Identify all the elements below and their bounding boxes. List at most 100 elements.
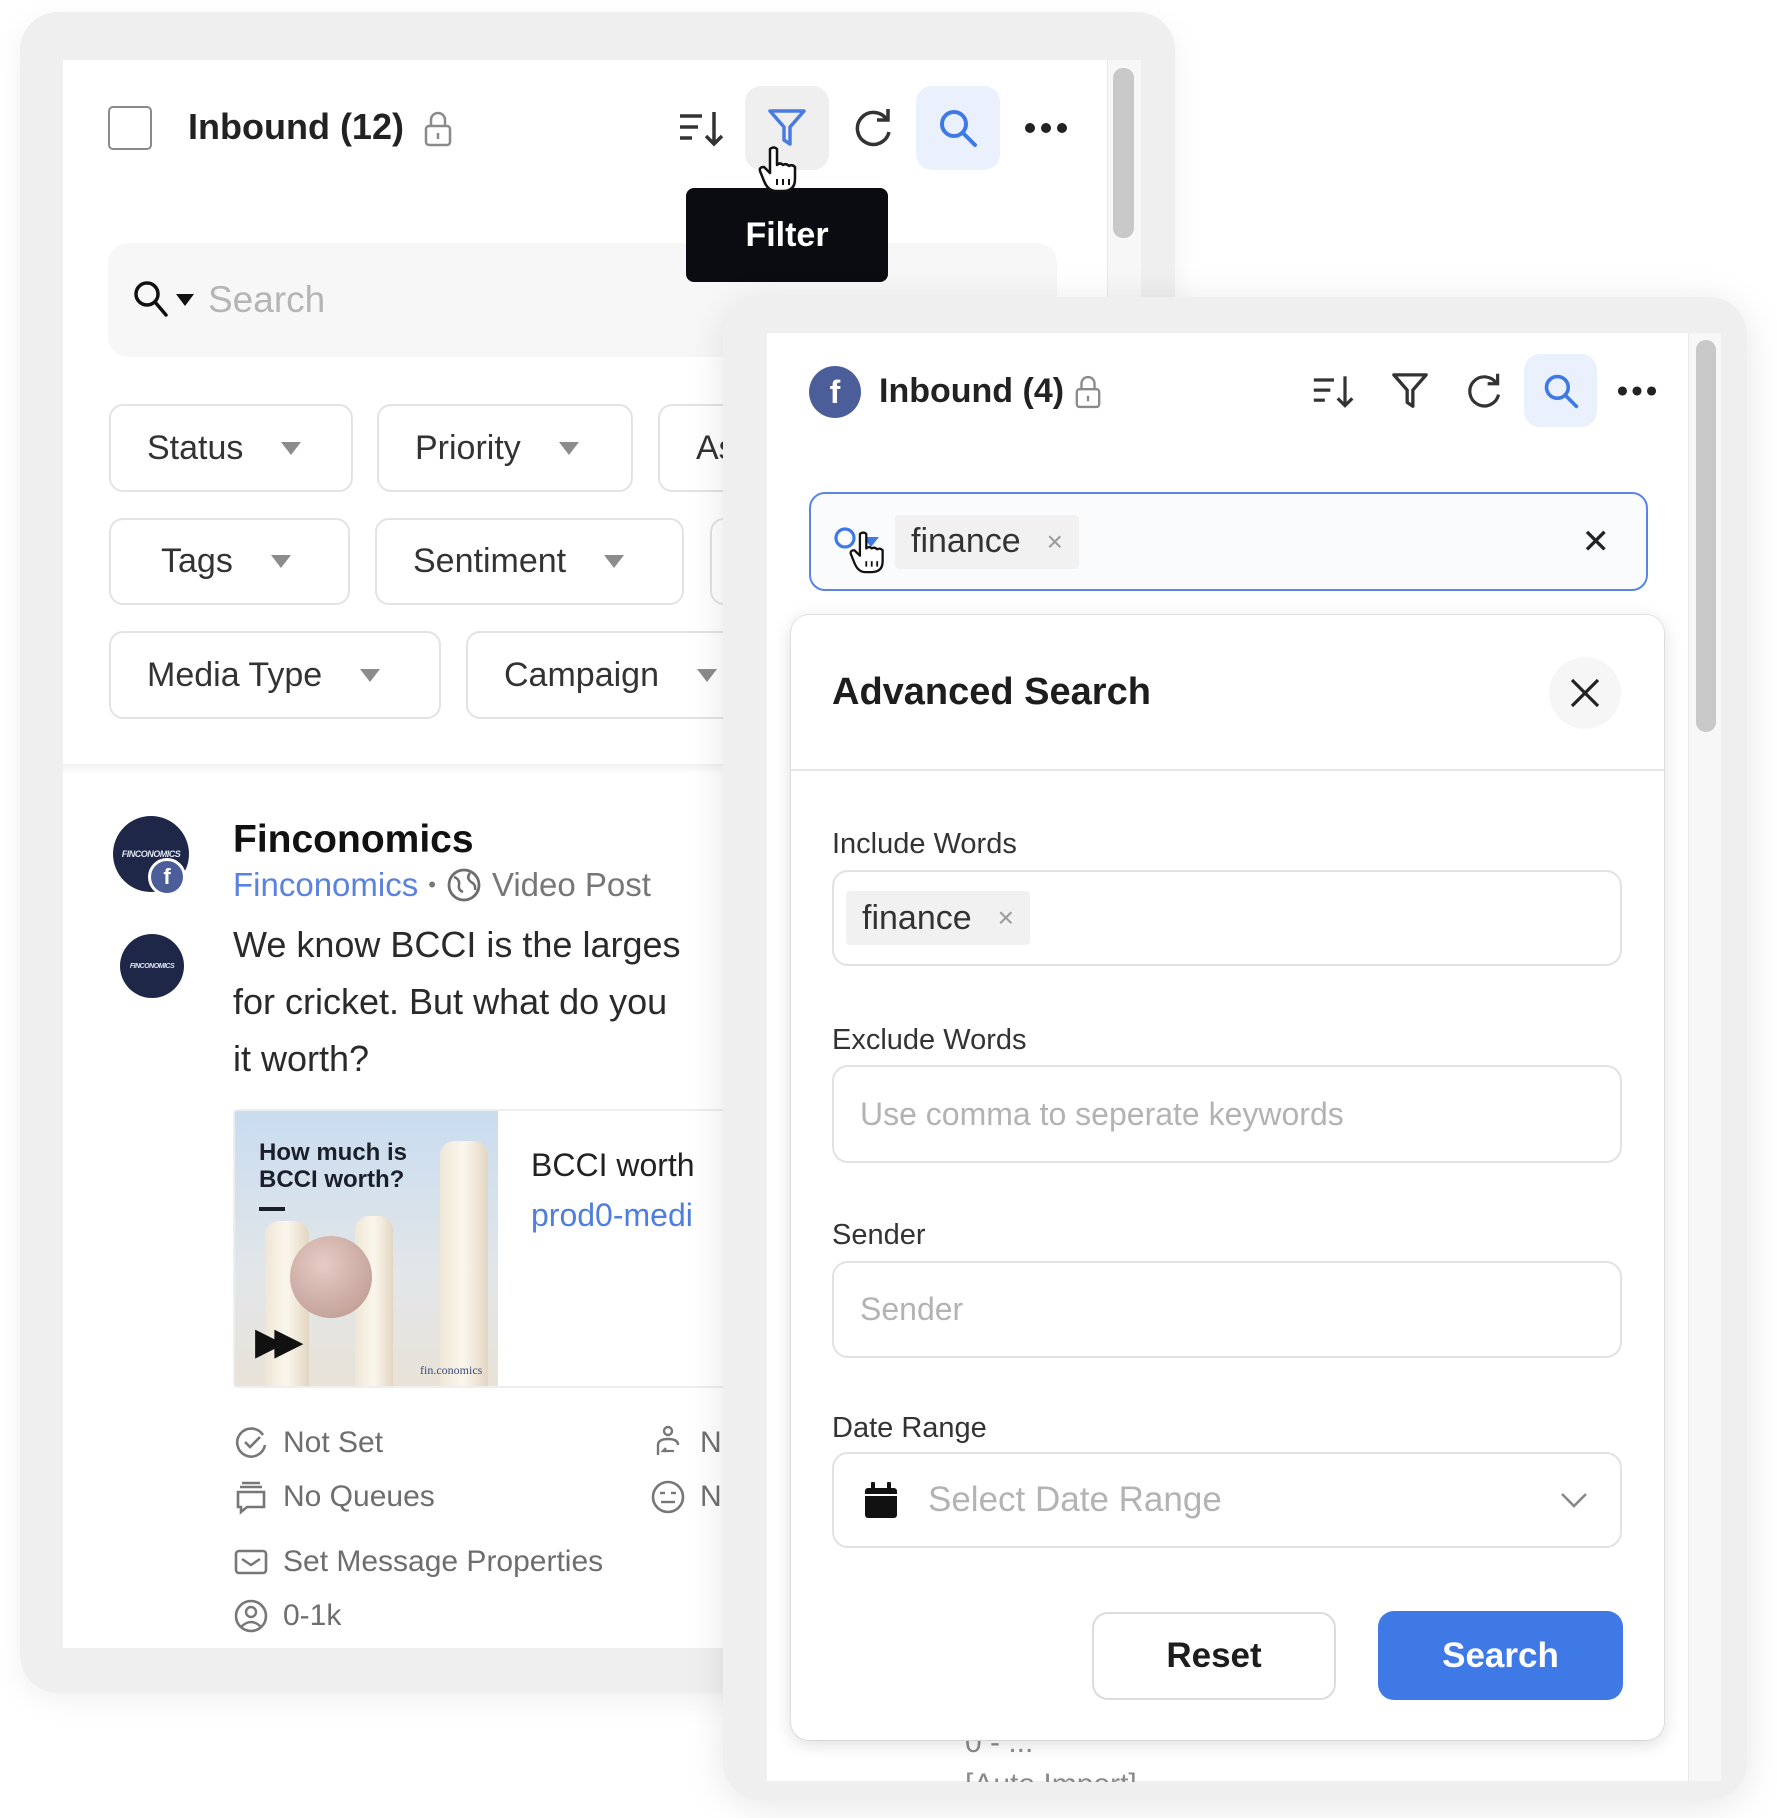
filter-chip-tags[interactable]: Tags [109, 518, 350, 605]
search-input[interactable]: Search [208, 279, 325, 321]
queue-icon [236, 1481, 266, 1515]
inbox-title-text: Inbound (12) [188, 106, 404, 147]
more-options-button[interactable] [1016, 96, 1076, 160]
queues-meta[interactable]: No Queues [233, 1479, 435, 1515]
assignee-value: N [700, 1426, 722, 1459]
reset-button[interactable]: Reset [1092, 1612, 1336, 1700]
thumb-caption-line: BCCI worth? [259, 1166, 405, 1193]
thumb-dash [259, 1207, 285, 1211]
sort-icon [680, 112, 724, 147]
inbox-title-text: Inbound (4) [879, 372, 1065, 410]
caret-down-icon [696, 668, 717, 682]
sort-button[interactable] [672, 96, 732, 160]
link-preview-card[interactable]: How much is BCCI worth? ▶▶ fin.conomics … [233, 1109, 777, 1388]
separator-dot: • [428, 872, 436, 897]
status-meta[interactable]: Not Set [233, 1425, 383, 1461]
chip-label: Campaign [504, 655, 659, 694]
post-body-line: We know BCCI is the larges [233, 924, 681, 965]
followers-value: 0-1k [283, 1599, 342, 1632]
exclude-words-label: Exclude Words [832, 1024, 1027, 1056]
right-search-input[interactable]: finance × ✕ [809, 492, 1648, 591]
sort-button[interactable] [1308, 362, 1360, 420]
date-range-label: Date Range [832, 1412, 987, 1444]
more-options-button[interactable] [1612, 362, 1662, 420]
date-range-select[interactable]: Select Date Range [832, 1452, 1622, 1548]
advanced-search-title: Advanced Search [832, 671, 1151, 713]
post-body-line: it worth? [233, 1038, 370, 1079]
refresh-button[interactable] [845, 96, 901, 160]
video-thumbnail[interactable]: How much is BCCI worth? ▶▶ fin.conomics [235, 1111, 498, 1386]
refresh-button[interactable] [1458, 362, 1510, 420]
include-words-input[interactable]: finance × [832, 870, 1622, 966]
chip-label: Sentiment [413, 542, 567, 580]
right-scrollbar-thumb[interactable] [1696, 340, 1716, 732]
status-check-icon [235, 1427, 267, 1458]
filter-chip-media-type[interactable]: Media Type [109, 631, 441, 719]
filter-icon [768, 109, 806, 146]
avatar-text: FINCONOMICS [121, 849, 181, 859]
facebook-badge-icon: f [148, 858, 186, 896]
advanced-search-popover [791, 615, 1664, 1740]
avatar-text: FINCONOMICS [129, 962, 175, 970]
search-icon [940, 110, 977, 147]
assignee-meta[interactable]: N [650, 1425, 722, 1461]
chip-label: Tags [161, 542, 233, 580]
clear-search-icon[interactable]: ✕ [1582, 522, 1611, 562]
search-icon [1544, 374, 1578, 408]
neutral-face-icon [651, 1480, 685, 1514]
advanced-search-divider [791, 769, 1664, 771]
chip-label: Media Type [147, 655, 323, 694]
search-mode-caret-icon[interactable] [176, 294, 194, 306]
more-icon [1617, 386, 1657, 396]
post-body: We know BCCI is the larges for cricket. … [233, 916, 681, 1087]
caret-down-icon [604, 555, 625, 568]
filter-chip-priority[interactable]: Priority [377, 404, 633, 492]
search-toggle-button[interactable] [916, 86, 1000, 170]
filter-chip-status[interactable]: Status [109, 404, 353, 492]
left-scrollbar-thumb[interactable] [1113, 68, 1134, 238]
message-properties-link: Set Message Properties [283, 1545, 604, 1578]
commenter-avatar[interactable]: FINCONOMICS [120, 934, 184, 998]
thumb-caption: How much is BCCI worth? [259, 1139, 407, 1193]
remove-token-icon[interactable]: × [998, 902, 1014, 934]
cricket-ball-graphic [290, 1236, 372, 1318]
caret-down-icon [558, 441, 579, 455]
message-properties-meta[interactable]: Set Message Properties [233, 1544, 603, 1580]
filter-button[interactable] [1384, 362, 1436, 420]
exclude-words-input[interactable]: Use comma to seperate keywords [832, 1065, 1622, 1163]
post-type: Video Post [491, 866, 651, 903]
globe-icon [447, 868, 481, 902]
sender-placeholder: Sender [860, 1291, 964, 1327]
search-toggle-button[interactable] [1524, 354, 1597, 427]
preview-link[interactable]: prod0-medi [531, 1197, 693, 1234]
remove-token-icon[interactable]: × [1047, 526, 1063, 558]
post-author-name[interactable]: Finconomics [233, 818, 474, 862]
user-circle-icon [234, 1599, 268, 1633]
envelope-icon [234, 1549, 268, 1575]
include-word-token: finance × [846, 891, 1030, 945]
assign-user-icon [656, 1425, 680, 1455]
refresh-icon [855, 109, 891, 147]
lock-icon [423, 110, 453, 153]
status-value: Not Set [283, 1426, 384, 1459]
filter-chip-sentiment[interactable]: Sentiment [375, 518, 684, 605]
thumb-caption-line: How much is [259, 1139, 408, 1166]
sentiment-value: N [700, 1480, 722, 1513]
account-link[interactable]: Finconomics [233, 866, 418, 904]
hand-cursor-icon [849, 531, 884, 574]
caret-down-icon [281, 441, 302, 455]
sender-input[interactable]: Sender [832, 1261, 1622, 1358]
post-subline: Finconomics • Video Post [233, 866, 651, 904]
search-token: finance × [895, 514, 1079, 569]
filter-icon [1392, 373, 1428, 408]
filter-tooltip: Filter [686, 188, 888, 282]
facebook-icon: f [809, 366, 861, 418]
search-button[interactable]: Search [1378, 1611, 1623, 1700]
close-advanced-search-button[interactable] [1549, 657, 1621, 729]
caret-down-icon [360, 668, 381, 682]
followers-meta: 0-1k [233, 1598, 341, 1634]
sentiment-meta[interactable]: N [650, 1479, 722, 1515]
select-all-checkbox[interactable] [108, 106, 152, 150]
hand-cursor-icon [758, 146, 797, 193]
preview-title: BCCI worth [531, 1147, 695, 1183]
